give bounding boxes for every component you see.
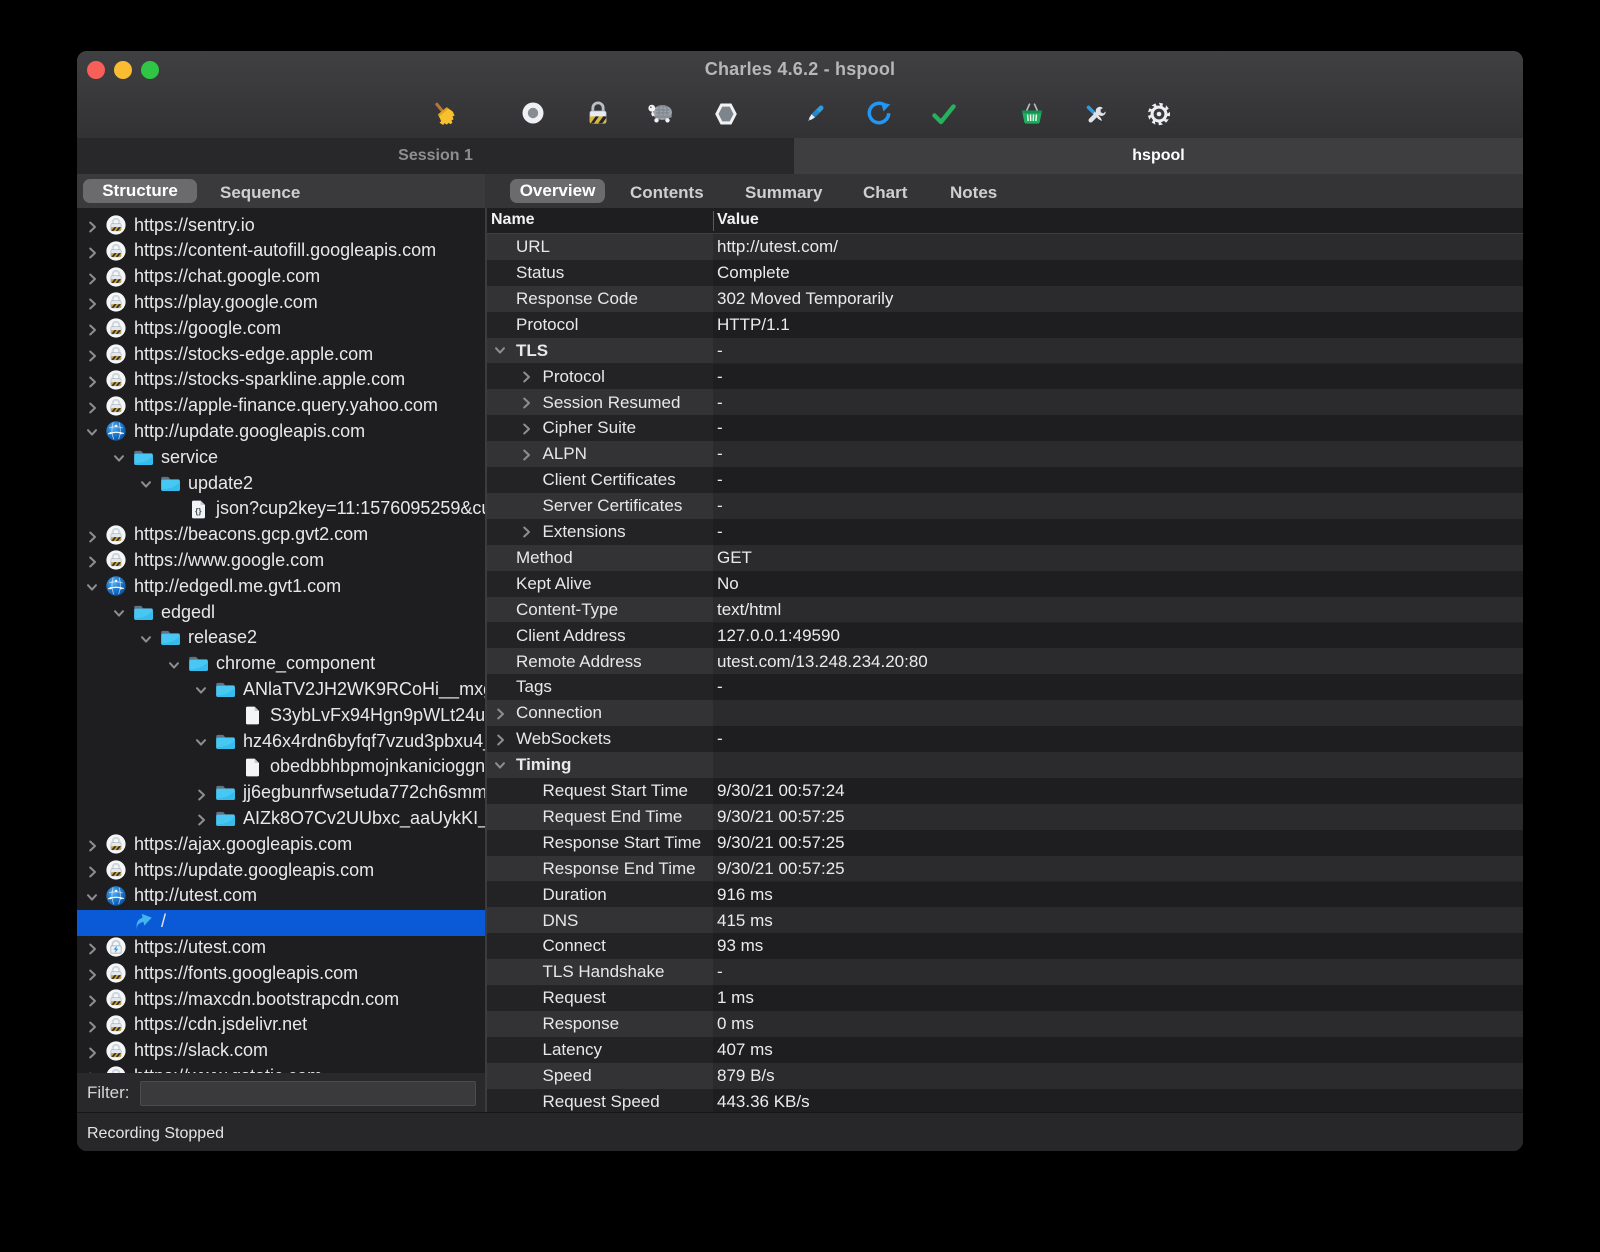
svg-text:{}: {} [195,506,202,516]
